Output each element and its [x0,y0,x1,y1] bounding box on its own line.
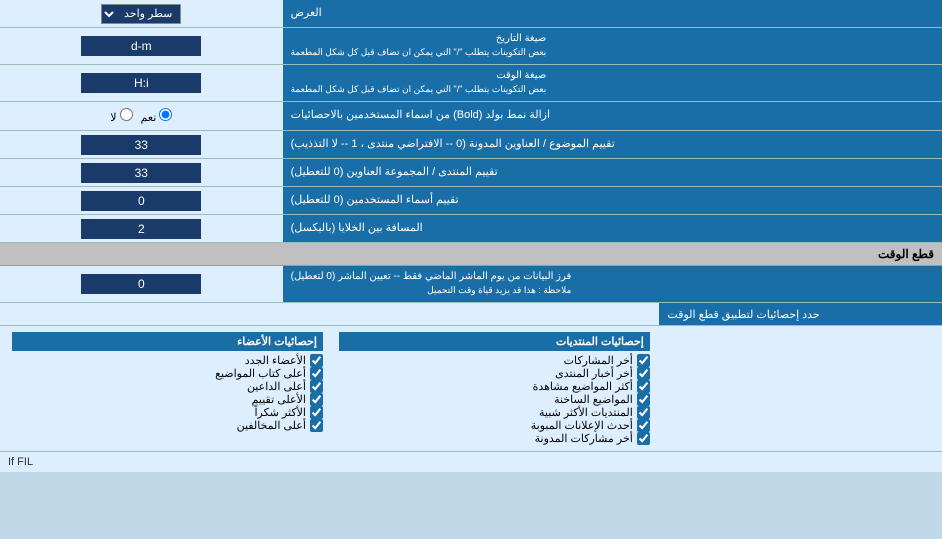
stats-members-header: إحصائيات الأعضاء [12,332,323,351]
time-cut-header: قطع الوقت [0,243,942,266]
bold-remove-label: ازالة نمط بولد (Bold) من اسماء المستخدمي… [283,102,942,130]
cell-spacing-input-cell [0,215,283,242]
time-format-row: صيغة الوقتبعض التكوينات يتطلب "/" التي ي… [0,65,942,102]
date-format-input-cell [0,28,283,64]
time-cut-row: فرز البيانات من يوم الماشر الماضي فقط --… [0,266,942,303]
checkbox-last-posts[interactable]: أخر المشاركات [339,354,650,367]
if-fil-text: If FIL [0,452,942,472]
checkboxes-area: إحصائيات المنتديات أخر المشاركات أخر أخب… [0,326,942,452]
users-sort-input[interactable] [81,191,201,211]
stats-members-column: إحصائيات الأعضاء الأعضاء الجدد أعلى كتاب… [4,332,331,445]
date-format-row: صيغة التاريخبعض التكوينات يتطلب "/" التي… [0,28,942,65]
stats-apply-row: حدد إحصائيات لتطبيق قطع الوقت [0,303,942,326]
date-format-input[interactable] [81,36,201,56]
date-format-label: صيغة التاريخبعض التكوينات يتطلب "/" التي… [283,28,942,64]
checkbox-blog-posts[interactable]: أخر مشاركات المدونة [339,432,650,445]
users-sort-label: تقييم أسماء المستخدمين (0 للتعطيل) [283,187,942,214]
stats-forums-header: إحصائيات المنتديات [339,332,650,351]
checkboxes-spacer [658,332,938,445]
time-cut-input-cell [0,266,283,302]
time-cut-input[interactable] [81,274,201,294]
cell-spacing-label: المسافة بين الخلايا (بالبكسل) [283,215,942,242]
display-row: العرض سطر واحد سطرين ثلاثة أسطر [0,0,942,28]
bold-no-radio[interactable] [120,108,133,121]
cell-spacing-input[interactable] [81,219,201,239]
forum-sort-input-cell [0,159,283,186]
forum-sort-row: تقييم المنتدى / المجموعة العناوين (0 للت… [0,159,942,187]
time-format-label: صيغة الوقتبعض التكوينات يتطلب "/" التي ي… [283,65,942,101]
topics-sort-row: تقييم الموضوع / العناوين المدونة (0 -- ا… [0,131,942,159]
forum-sort-input[interactable] [81,163,201,183]
display-input-cell: سطر واحد سطرين ثلاثة أسطر [0,0,283,27]
main-container: العرض سطر واحد سطرين ثلاثة أسطر صيغة الت… [0,0,942,472]
topics-sort-input-cell [0,131,283,158]
cell-spacing-row: المسافة بين الخلايا (بالبكسل) [0,215,942,243]
checkbox-forum-news[interactable]: أخر أخبار المنتدى [339,367,650,380]
checkbox-hot-topics[interactable]: المواضيع الساخنة [339,393,650,406]
checkbox-new-members[interactable]: الأعضاء الجدد [12,354,323,367]
bold-remove-row: ازالة نمط بولد (Bold) من اسماء المستخدمي… [0,102,942,131]
checkbox-top-violators[interactable]: أعلى المخالفين [12,419,323,432]
bold-radio-group: نعم لا [102,105,180,127]
display-select[interactable]: سطر واحد سطرين ثلاثة أسطر [101,4,181,24]
checkbox-top-invited[interactable]: أعلى الداعين [12,380,323,393]
display-label: العرض [283,0,942,27]
stats-apply-label: حدد إحصائيات لتطبيق قطع الوقت [659,303,942,325]
checkbox-top-rated[interactable]: الأعلى تقييم [12,393,323,406]
forum-sort-label: تقييم المنتدى / المجموعة العناوين (0 للت… [283,159,942,186]
bold-yes-radio[interactable] [159,108,172,121]
stats-forums-column: إحصائيات المنتديات أخر المشاركات أخر أخب… [331,332,658,445]
topics-sort-input[interactable] [81,135,201,155]
checkbox-similar-forums[interactable]: المنتديات الأكثر شبية [339,406,650,419]
time-format-input[interactable] [81,73,201,93]
checkbox-most-viewed[interactable]: أكثر المواضيع مشاهدة [339,380,650,393]
time-cut-label: فرز البيانات من يوم الماشر الماضي فقط --… [283,266,942,302]
users-sort-row: تقييم أسماء المستخدمين (0 للتعطيل) [0,187,942,215]
bold-remove-input-cell: نعم لا [0,102,283,130]
users-sort-input-cell [0,187,283,214]
topics-sort-label: تقييم الموضوع / العناوين المدونة (0 -- ا… [283,131,942,158]
checkbox-classified-ads[interactable]: أحدث الإعلانات المبوبة [339,419,650,432]
checkbox-top-writers[interactable]: أعلى كتاب المواضيع [12,367,323,380]
checkbox-most-thanked[interactable]: الأكثر شكراً [12,406,323,419]
time-format-input-cell [0,65,283,101]
